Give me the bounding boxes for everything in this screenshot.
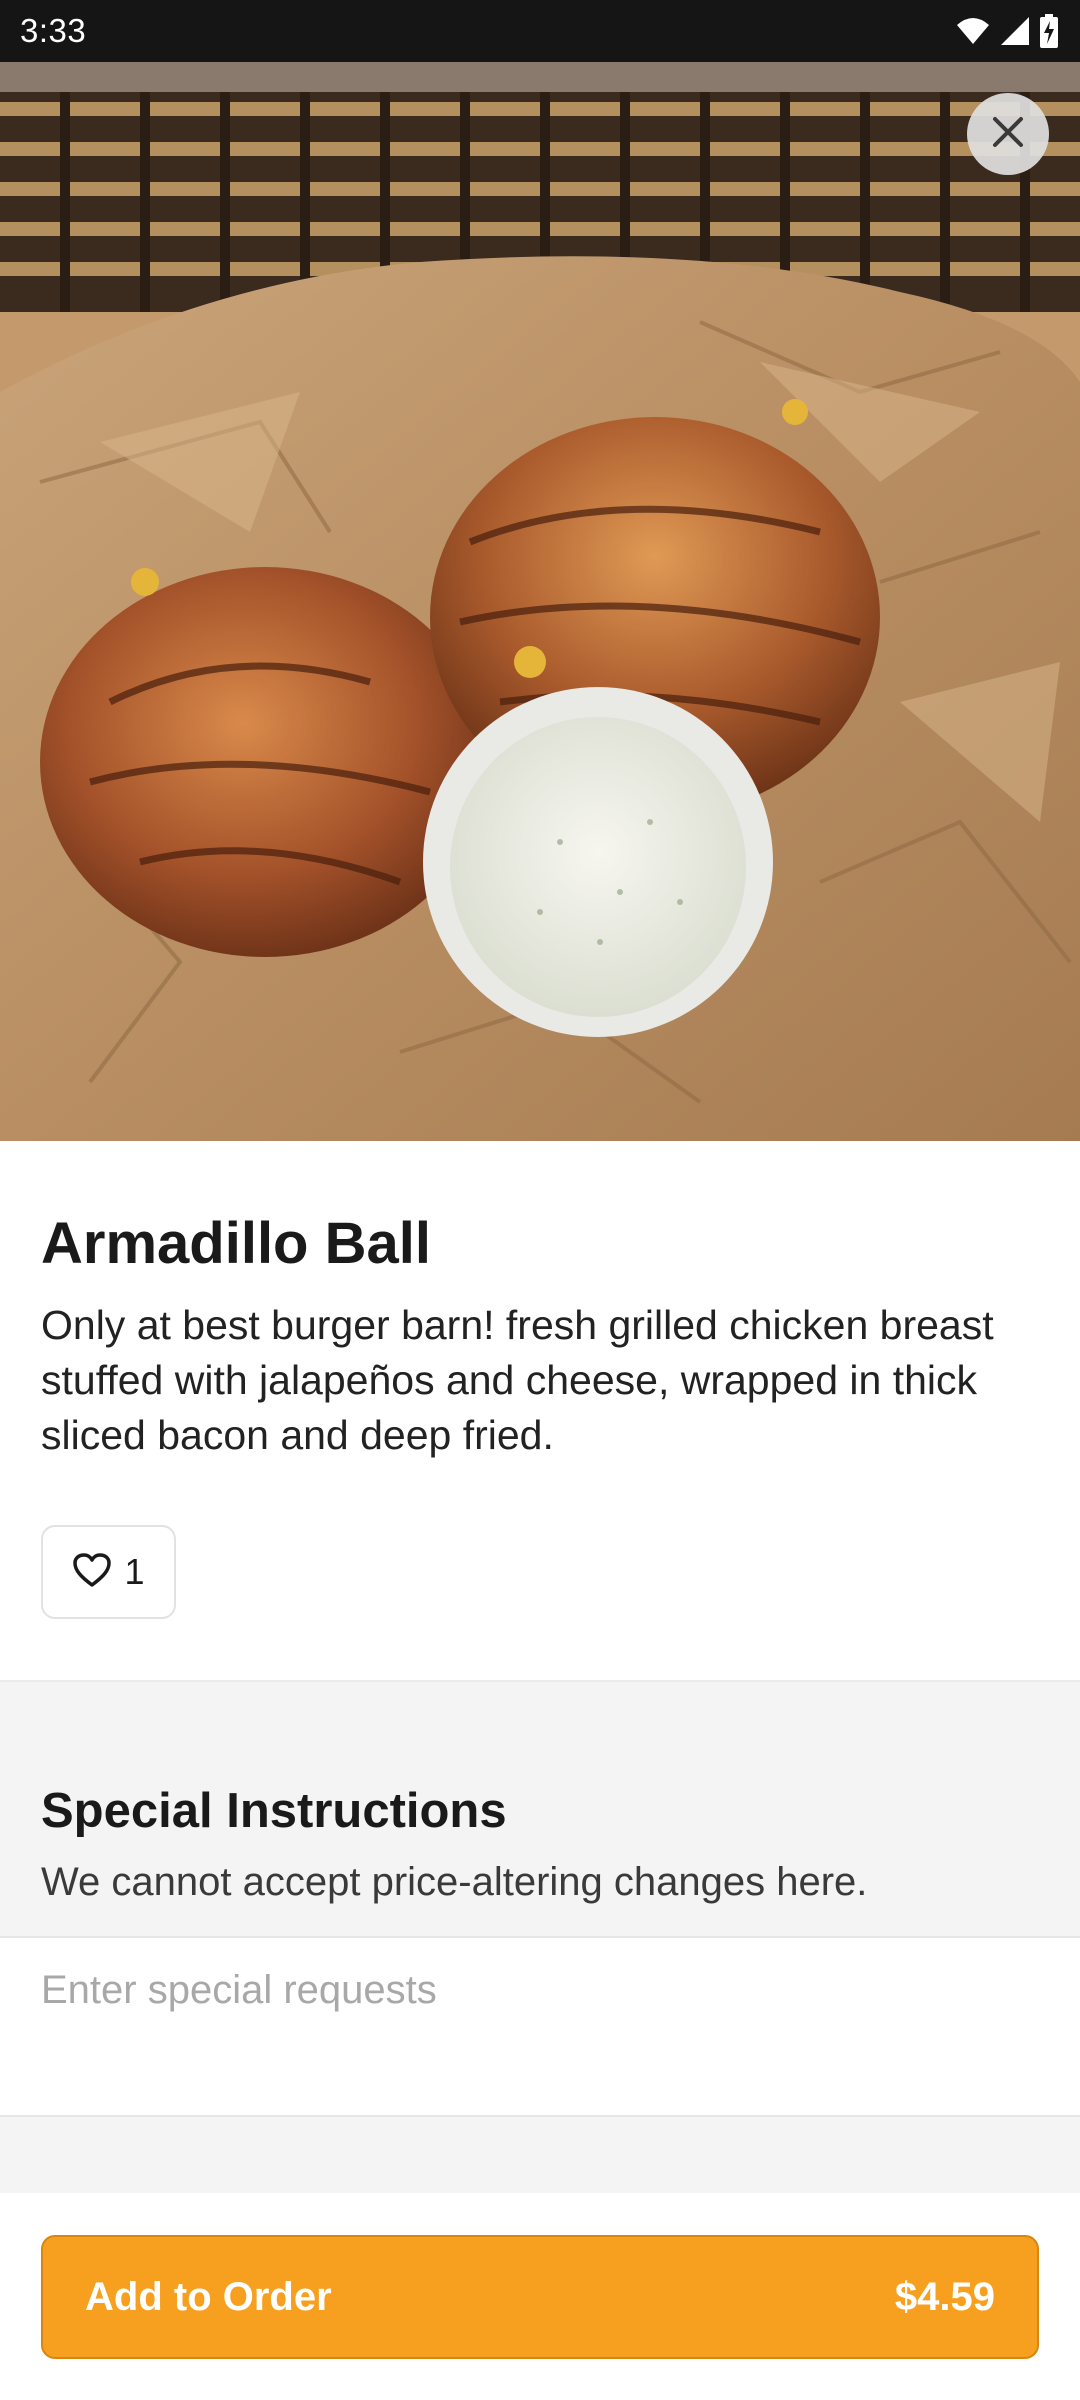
item-detail-screen: 3:33 Armadillo Ball Only at best burger …	[0, 0, 1080, 2400]
bottom-bar: Add to Order $4.59	[0, 2193, 1080, 2400]
add-to-order-label: Add to Order	[85, 2274, 332, 2319]
status-time: 3:33	[20, 12, 87, 49]
heart-outline-icon	[72, 1552, 112, 1593]
signal-icon	[1000, 16, 1030, 46]
special-requests-container	[0, 1936, 1080, 2117]
wifi-icon	[956, 17, 990, 45]
add-to-order-button[interactable]: Add to Order $4.59	[41, 2235, 1039, 2359]
like-count: 1	[124, 1551, 145, 1592]
special-instructions-title: Special Instructions	[41, 1784, 507, 1838]
close-icon	[991, 115, 1025, 154]
like-button[interactable]: 1	[41, 1525, 176, 1619]
item-title: Armadillo Ball	[41, 1211, 431, 1276]
battery-charging-icon	[1040, 14, 1058, 48]
section-spacer	[0, 2117, 1080, 2193]
item-description: Only at best burger barn! fresh grilled …	[41, 1302, 994, 1458]
special-instructions-subtitle: We cannot accept price-altering changes …	[41, 1860, 868, 1904]
status-icons	[956, 14, 1058, 48]
special-requests-input[interactable]	[41, 1968, 1039, 2088]
item-photo	[0, 62, 1080, 1141]
order-price: $4.59	[894, 2274, 995, 2319]
close-button[interactable]	[967, 93, 1049, 175]
status-bar: 3:33	[0, 0, 1080, 62]
